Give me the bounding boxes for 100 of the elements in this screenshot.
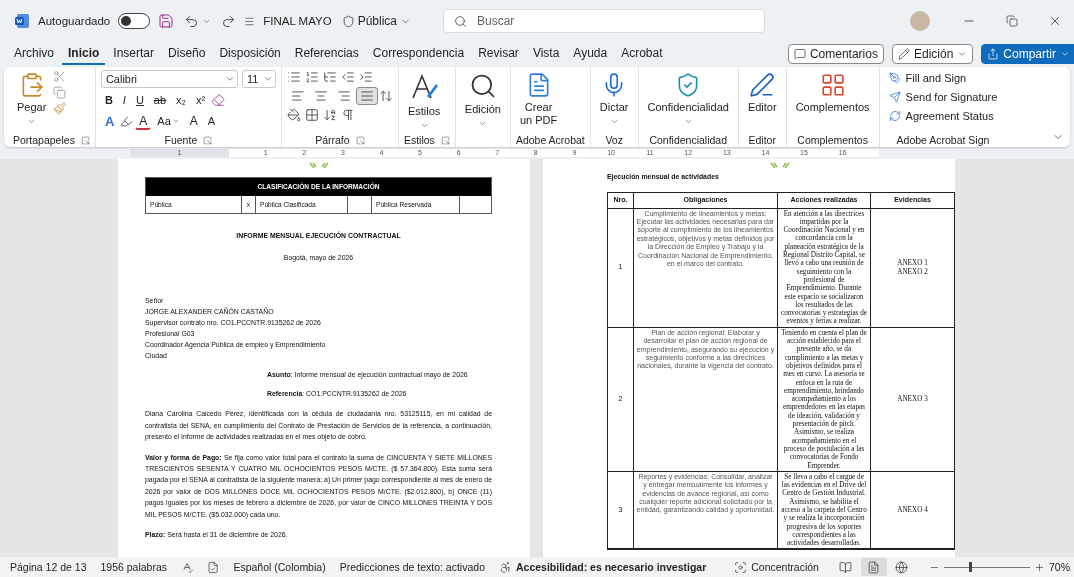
group-label: Párrafo — [315, 134, 350, 146]
ribbon-button[interactable]: Complementos — [791, 70, 874, 116]
page-count[interactable]: Página 12 de 13 — [10, 561, 87, 573]
ribbon-button[interactable]: Estilos — [403, 70, 445, 132]
paste-button[interactable]: Pegar — [13, 70, 51, 128]
scissors-icon[interactable] — [53, 70, 67, 83]
font-size-select[interactable]: 11 — [241, 70, 276, 88]
view-button[interactable] — [860, 558, 887, 576]
comments-button[interactable]: Comentarios — [787, 44, 884, 64]
text-effects-button[interactable]: A — [100, 112, 119, 130]
sign-action-button[interactable]: Fill and Sign — [884, 70, 1002, 86]
search-box[interactable]: Buscar — [443, 9, 765, 33]
editing-mode-button[interactable]: Edición — [891, 44, 974, 64]
highlighter-icon[interactable] — [120, 114, 134, 128]
dialog-launcher-icon[interactable] — [355, 135, 365, 145]
ribbon-button[interactable]: Confidencialidad — [643, 70, 733, 128]
decrease-indent-icon[interactable] — [340, 70, 355, 84]
accessibility-button[interactable]: Accesibilidad: es necesario investigar — [499, 560, 707, 574]
ribbon-button[interactable]: Dictar — [595, 70, 633, 128]
pilcrow-icon[interactable] — [340, 108, 355, 122]
zoom-level[interactable]: 70% — [1048, 561, 1070, 573]
dialog-launcher-icon[interactable] — [440, 135, 450, 145]
restore-icon — [1006, 15, 1018, 27]
customize-icon[interactable] — [244, 15, 256, 27]
font-name-select[interactable]: Calibri — [100, 70, 238, 88]
restore-button[interactable] — [1004, 13, 1020, 29]
format-button[interactable]: B — [100, 91, 117, 109]
sign-action-button[interactable]: Send for Signature — [884, 89, 1002, 105]
copy-icon[interactable] — [53, 86, 67, 99]
menu-tab[interactable]: Inicio — [62, 43, 106, 65]
undo-icon — [184, 13, 200, 29]
format-button[interactable]: U — [131, 91, 148, 109]
dialog-launcher-icon[interactable] — [203, 135, 213, 145]
track-changes-icon[interactable] — [207, 560, 220, 574]
group-label: Adobe Acrobat — [515, 134, 585, 146]
menu-tab[interactable]: Insertar — [107, 43, 161, 65]
alignment-button[interactable] — [355, 87, 378, 105]
menu-tab[interactable]: Vista — [526, 43, 566, 65]
dialog-launcher-icon[interactable] — [80, 135, 90, 145]
menu-tab[interactable]: Archivo — [8, 43, 60, 65]
format-button[interactable]: I — [118, 91, 130, 109]
multilevel-list-icon[interactable] — [322, 70, 337, 84]
close-icon — [1048, 14, 1062, 28]
menu-tab[interactable]: Correspondencia — [366, 43, 471, 65]
share-button[interactable]: Compartir — [981, 44, 1074, 64]
menu-tab[interactable]: Ayuda — [567, 43, 614, 65]
bullets-icon[interactable] — [286, 70, 301, 84]
ribbon-button[interactable]: Crear un PDF — [515, 70, 562, 129]
search-field[interactable]: Buscar — [475, 13, 754, 29]
caret-icon — [224, 74, 235, 84]
format-painter-icon[interactable] — [53, 102, 67, 115]
sort-icon[interactable] — [322, 108, 337, 122]
search-icon — [454, 14, 467, 28]
language-button[interactable]: Español (Colombia) — [233, 561, 326, 573]
zoom-slider-thumb[interactable] — [968, 562, 972, 572]
proofing-icon[interactable] — [181, 560, 194, 574]
logo-mark-icon — [307, 162, 330, 169]
menu-tab[interactable]: Referencias — [288, 43, 365, 65]
focus-button[interactable]: Concentración — [734, 560, 819, 574]
borders-icon[interactable] — [304, 108, 319, 122]
menu-tab[interactable]: Diseño — [162, 43, 212, 65]
zoom-in-icon[interactable] — [1033, 561, 1045, 573]
sign-action-button[interactable]: Agreement Status — [884, 108, 1002, 124]
send-icon — [888, 91, 901, 103]
refresh-icon — [888, 110, 901, 122]
align-left-icon — [290, 89, 305, 103]
menu-tab[interactable]: Disposición — [213, 43, 287, 65]
sensitivity-button[interactable]: Pública — [339, 12, 413, 30]
caret-icon — [262, 74, 273, 84]
menu-tab[interactable]: Revisar — [472, 43, 525, 65]
shrink-font-button[interactable]: A — [203, 112, 220, 130]
format-button[interactable]: x² — [191, 91, 210, 109]
numbering-icon[interactable] — [304, 70, 319, 84]
accessibility-icon — [499, 560, 512, 574]
grow-font-button[interactable]: A — [185, 112, 202, 130]
clear-format-icon[interactable] — [211, 93, 226, 107]
change-case-button[interactable]: Aa — [153, 112, 184, 130]
ribbon-button[interactable]: Edición — [460, 70, 505, 130]
font-color-button[interactable]: A — [135, 112, 152, 130]
save-icon[interactable] — [158, 13, 175, 29]
line-spacing-icon[interactable] — [378, 89, 393, 103]
format-button[interactable]: ab — [149, 91, 171, 109]
share-icon — [987, 48, 1000, 60]
autosave-toggle[interactable] — [118, 13, 151, 29]
menu-tab[interactable]: Acrobat — [615, 43, 669, 65]
format-button[interactable]: x₂ — [172, 91, 190, 109]
shield-icon — [341, 14, 355, 28]
shading-icon[interactable] — [286, 108, 301, 122]
autosave-label: Autoguardado — [38, 15, 111, 27]
word-count[interactable]: 1956 palabras — [100, 561, 168, 573]
group-label: Complementos — [797, 134, 868, 146]
increase-indent-icon[interactable] — [358, 70, 373, 84]
book-icon — [839, 560, 853, 574]
redo-icon[interactable] — [221, 13, 237, 29]
caret-icon — [1060, 49, 1070, 59]
text-predictions-button[interactable]: Predicciones de texto: activado — [339, 561, 485, 573]
caret-icon — [27, 117, 37, 126]
justify-icon — [359, 89, 374, 103]
align-right-icon — [336, 89, 351, 103]
ribbon-button[interactable]: Editor — [743, 70, 781, 116]
